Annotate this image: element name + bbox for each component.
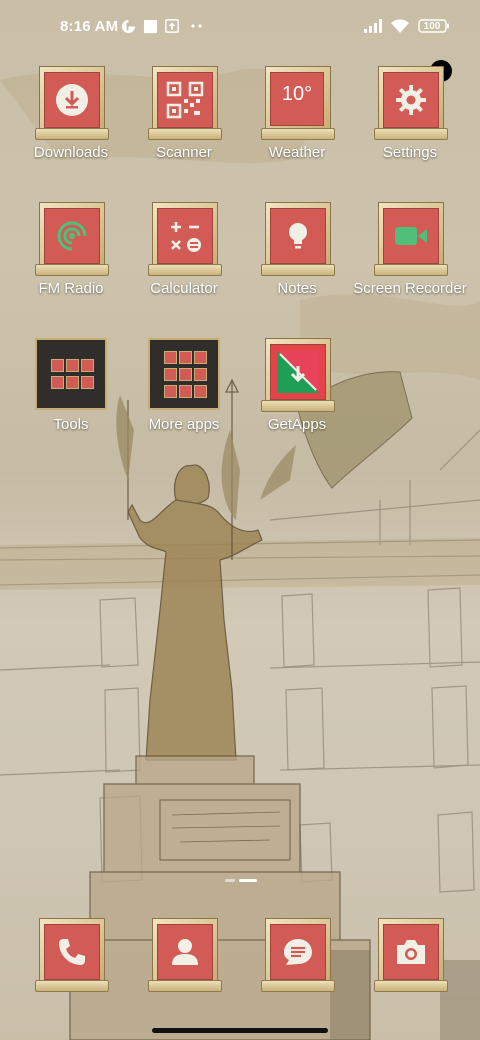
- app-getapps[interactable]: GetApps: [241, 338, 353, 458]
- calculator-icon: [157, 208, 213, 264]
- dock-camera[interactable]: [374, 918, 448, 992]
- camera-icon: [383, 924, 439, 980]
- app-scanner[interactable]: Scanner: [128, 66, 240, 186]
- upload-notification-icon: [165, 17, 179, 35]
- qr-code-icon: [157, 72, 213, 128]
- app-downloads[interactable]: Downloads: [15, 66, 127, 186]
- app-screen-recorder[interactable]: Screen Recorder: [353, 202, 467, 322]
- app-label: Settings: [382, 144, 438, 161]
- app-label: GetApps: [267, 416, 327, 433]
- status-bar: 8:16 AM 100: [0, 0, 480, 56]
- weather-temperature: 10°: [281, 83, 313, 105]
- signal-icon: [364, 17, 385, 35]
- battery-icon: 100: [418, 17, 450, 35]
- battery-level: 100: [423, 20, 441, 32]
- dock-phone[interactable]: [35, 918, 109, 992]
- more-dots-icon: [190, 17, 204, 35]
- square-notification-icon: [143, 17, 158, 35]
- app-calculator[interactable]: Calculator: [128, 202, 240, 322]
- status-time: 8:16 AM: [60, 18, 119, 35]
- lightbulb-icon: [270, 208, 326, 264]
- app-label: Screen Recorder: [353, 280, 467, 297]
- folder-icon: [35, 338, 107, 410]
- dock-contacts[interactable]: [148, 918, 222, 992]
- contact-icon: [157, 924, 213, 980]
- folder-more-apps[interactable]: More apps: [128, 338, 240, 458]
- wifi-icon: [390, 17, 410, 35]
- radio-icon: [44, 208, 100, 264]
- download-icon: [44, 72, 100, 128]
- app-weather[interactable]: 10° Weather: [241, 66, 353, 186]
- video-camera-icon: [383, 208, 439, 264]
- app-notes[interactable]: Notes: [241, 202, 353, 322]
- app-fm-radio[interactable]: FM Radio: [15, 202, 127, 322]
- page-indicator-1[interactable]: [225, 879, 235, 882]
- gesture-navigation-bar[interactable]: [152, 1028, 328, 1033]
- getapps-icon: [270, 344, 326, 400]
- message-icon: [270, 924, 326, 980]
- weather-icon: 10°: [270, 72, 324, 126]
- phone-icon: [44, 924, 100, 980]
- dock-messages[interactable]: [261, 918, 335, 992]
- page-indicator-2[interactable]: [239, 879, 257, 882]
- folder-icon: [148, 338, 220, 410]
- app-settings[interactable]: Settings: [354, 66, 466, 186]
- gear-icon: [383, 72, 439, 128]
- data-saver-icon: [121, 17, 136, 35]
- folder-tools[interactable]: Tools: [15, 338, 127, 458]
